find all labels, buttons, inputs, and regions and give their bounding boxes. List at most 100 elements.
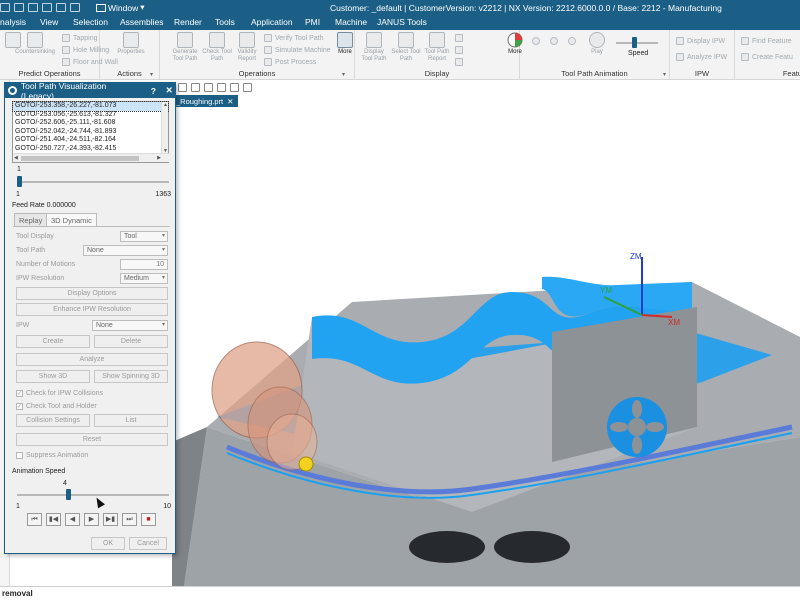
ipw-resolution-select[interactable]: Medium ▾ xyxy=(120,273,168,284)
save-icon[interactable] xyxy=(0,3,10,12)
verify-tool-path-button[interactable]: Verify Tool Path xyxy=(264,33,324,43)
enhance-ipw-button[interactable]: Enhance IPW Resolution xyxy=(16,303,168,316)
check-ipw-collisions-checkbox[interactable]: ✓ Check for IPW Collisions xyxy=(16,390,103,397)
ipw-select[interactable]: None ▾ xyxy=(92,320,168,331)
countersinking-button[interactable]: Countersinking xyxy=(14,32,56,56)
scrollbar-thumb[interactable] xyxy=(21,156,139,161)
collision-settings-button[interactable]: Collision Settings xyxy=(16,414,90,427)
validity-report-button[interactable]: Validity Report xyxy=(232,32,262,63)
animation-speed-thumb[interactable] xyxy=(65,489,71,500)
num-motions-input[interactable]: 10 xyxy=(120,259,168,270)
tool-display-select[interactable]: Tool ▾ xyxy=(120,231,168,242)
scroll-left-icon[interactable]: ◀ xyxy=(14,155,18,161)
graphics-viewport[interactable]: ZM YM XM xyxy=(172,107,800,586)
play-forward-button[interactable]: ▶ xyxy=(84,513,99,526)
goto-row[interactable]: GOTO/-253.056,-25.613,-81.327 xyxy=(13,111,168,120)
tab-replay[interactable]: Replay xyxy=(14,213,48,227)
motion-slider[interactable] xyxy=(17,181,169,183)
display-ipw-button[interactable]: Display IPW xyxy=(676,36,725,46)
create-feature-button[interactable]: Create Featu xyxy=(741,52,793,62)
tab-3d-dynamic[interactable]: 3D Dynamic xyxy=(46,213,97,227)
goto-row[interactable]: GOTO/-253.358,-26.227,-81.073 xyxy=(12,101,169,112)
horizontal-scrollbar[interactable]: ◀ ▶ xyxy=(13,153,170,162)
generate-tool-path-button[interactable]: Generate Tool Path xyxy=(170,32,200,63)
animation-speed-slider[interactable] xyxy=(17,494,169,496)
tab-render[interactable]: Render xyxy=(174,17,202,27)
goto-row[interactable]: GOTO/-250.727,-24.393,-82.415 xyxy=(13,145,168,154)
post-process-button[interactable]: Post Process xyxy=(264,57,316,67)
delete-button[interactable]: Delete xyxy=(94,335,168,348)
filter-icon[interactable] xyxy=(178,83,187,92)
step-forward-button[interactable] xyxy=(568,36,576,46)
scroll-right-icon[interactable]: ▶ xyxy=(157,155,161,161)
create-button[interactable]: Create xyxy=(16,335,90,348)
tab-application[interactable]: Application xyxy=(251,17,293,27)
vertical-scrollbar[interactable]: ▲ ▼ xyxy=(161,102,168,154)
close-icon[interactable]: ✕ xyxy=(227,97,233,106)
move-down-button[interactable] xyxy=(455,45,463,55)
analyze-button[interactable]: Analyze xyxy=(16,353,168,366)
cancel-button[interactable]: Cancel xyxy=(129,537,167,550)
paste-icon[interactable] xyxy=(70,3,80,12)
step-back-button[interactable]: ▮◀ xyxy=(46,513,61,526)
first-frame-button[interactable]: ⏮ xyxy=(27,513,42,526)
reset-button[interactable]: Reset xyxy=(16,433,168,446)
speed-slider-thumb[interactable] xyxy=(632,37,637,48)
list-button[interactable]: List xyxy=(94,414,168,427)
tab-selection[interactable]: Selection xyxy=(73,17,108,27)
display-tool-path-button[interactable]: Display Tool Path xyxy=(359,32,389,63)
help-icon[interactable]: ? xyxy=(147,86,159,96)
show-spinning-3d-button[interactable]: Show Spinning 3D xyxy=(94,370,168,383)
last-frame-button[interactable]: ⏭ xyxy=(122,513,137,526)
motion-slider-thumb[interactable] xyxy=(17,176,22,187)
scroll-up-icon[interactable]: ▲ xyxy=(163,102,168,108)
select-tool-path-button[interactable]: Select Tool Path xyxy=(391,32,421,63)
document-tab[interactable]: _Roughing.prt ✕ xyxy=(172,95,238,107)
tab-pmi[interactable]: PMI xyxy=(305,17,320,27)
move-up-button[interactable] xyxy=(455,33,463,43)
tool-path-select[interactable]: None ▾ xyxy=(83,245,168,256)
undo-icon[interactable] xyxy=(14,3,24,12)
window-menu[interactable]: Window ▾ xyxy=(96,2,145,13)
render-style-icon[interactable] xyxy=(217,83,226,92)
step-back-button[interactable] xyxy=(550,36,558,46)
stop-button[interactable]: ■ xyxy=(141,513,156,526)
play-button[interactable]: Play xyxy=(582,32,612,56)
ok-button[interactable]: OK xyxy=(91,537,125,550)
toolpath-pin-button[interactable] xyxy=(455,57,463,67)
copy-icon[interactable] xyxy=(56,3,66,12)
analyze-ipw-button[interactable]: Analyze IPW xyxy=(676,52,727,62)
dialog-title-bar[interactable]: Tool Path Visualization (Legacy) ? ✕ xyxy=(5,81,175,101)
step-forward-button[interactable]: ▶▮ xyxy=(103,513,118,526)
tool-path-report-button[interactable]: Tool Path Report xyxy=(422,32,452,63)
tab-machine[interactable]: Machine xyxy=(335,17,367,27)
rewind-button[interactable] xyxy=(532,36,540,46)
clipping-icon[interactable] xyxy=(243,83,252,92)
visibility-icon[interactable] xyxy=(230,83,239,92)
show-3d-button[interactable]: Show 3D xyxy=(16,370,90,383)
cut-icon[interactable] xyxy=(42,3,52,12)
properties-button[interactable]: Properties xyxy=(114,32,148,56)
close-icon[interactable]: ✕ xyxy=(163,85,175,96)
display-options-button[interactable]: Display Options xyxy=(16,287,168,300)
tab-tools[interactable]: Tools xyxy=(215,17,235,27)
tab-assemblies[interactable]: Assemblies xyxy=(120,17,163,27)
tab-analysis[interactable]: nalysis xyxy=(0,17,26,27)
goto-list[interactable]: GOTO/-253.358,-26.227,-81.073 GOTO/-253.… xyxy=(12,101,170,163)
find-feature-button[interactable]: Find Feature xyxy=(741,36,792,46)
check-tool-holder-checkbox[interactable]: ✓ Check Tool and Holder xyxy=(16,403,97,410)
goto-row[interactable]: GOTO/-252.606,-25.111,-81.608 xyxy=(13,119,168,128)
tapping-button[interactable]: Tapping xyxy=(62,33,98,43)
tab-view[interactable]: View xyxy=(40,17,58,27)
snap-icon[interactable] xyxy=(191,83,200,92)
check-tool-path-button[interactable]: Check Tool Path xyxy=(202,32,232,63)
tab-janus-tools[interactable]: JANUS Tools xyxy=(377,17,427,27)
goto-row[interactable]: GOTO/-252.042,-24.744,-81.893 xyxy=(13,128,168,137)
redo-icon[interactable] xyxy=(28,3,38,12)
simulate-machine-button[interactable]: Simulate Machine xyxy=(264,45,331,55)
goto-row[interactable]: GOTO/-251.404,-24.511,-82.164 xyxy=(13,136,168,145)
suppress-animation-checkbox[interactable]: Suppress Animation xyxy=(16,452,88,459)
play-reverse-button[interactable]: ◀ xyxy=(65,513,80,526)
speed-slider[interactable] xyxy=(616,42,658,44)
zoom-icon[interactable] xyxy=(204,83,213,92)
